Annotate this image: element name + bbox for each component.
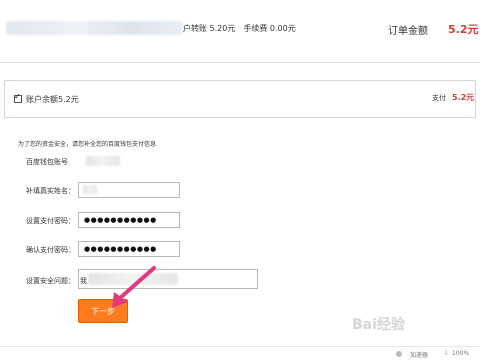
blurred-name-value	[83, 185, 97, 194]
status-bar	[0, 346, 480, 361]
security-question-prefix: 我	[80, 277, 87, 285]
order-total-label: 订单金额	[388, 26, 428, 37]
accelerator-label[interactable]: 加速器	[410, 350, 428, 359]
accelerator-icon	[396, 351, 402, 357]
real-name-label: 补填真实姓名：	[26, 187, 75, 195]
checkmark-icon: ✓	[14, 92, 21, 101]
confirm-password-input[interactable]: ●●●●●●●●●●●	[78, 241, 180, 257]
pay-password-label: 设置支付密码：	[26, 217, 75, 225]
security-notice: 为了您的资金安全，请您补全您的百度钱包支付信息	[18, 141, 157, 148]
blurred-order-info	[6, 21, 184, 35]
confirm-password-label: 确认支付密码：	[26, 246, 75, 254]
annotation-arrow-icon	[112, 266, 156, 308]
download-icon[interactable]: ⇩	[444, 350, 449, 357]
zoom-level[interactable]: 100%	[452, 350, 469, 357]
balance-label: 账户余额5.2元	[26, 95, 79, 104]
security-question-label: 设置安全问题：	[26, 277, 75, 285]
account-label: 百度钱包账号	[26, 158, 68, 166]
real-name-input[interactable]	[78, 182, 180, 198]
pay-password-input[interactable]: ●●●●●●●●●●●	[78, 212, 180, 228]
watermark-logo: Bai经验	[352, 317, 405, 333]
pay-value: 5.2元	[452, 93, 475, 102]
blurred-account-value	[86, 156, 120, 166]
order-total-value: 5.2元	[448, 23, 479, 36]
pay-label: 支付	[432, 94, 446, 102]
order-description: 户转账 5.20元 手续费 0.00元	[183, 24, 296, 33]
